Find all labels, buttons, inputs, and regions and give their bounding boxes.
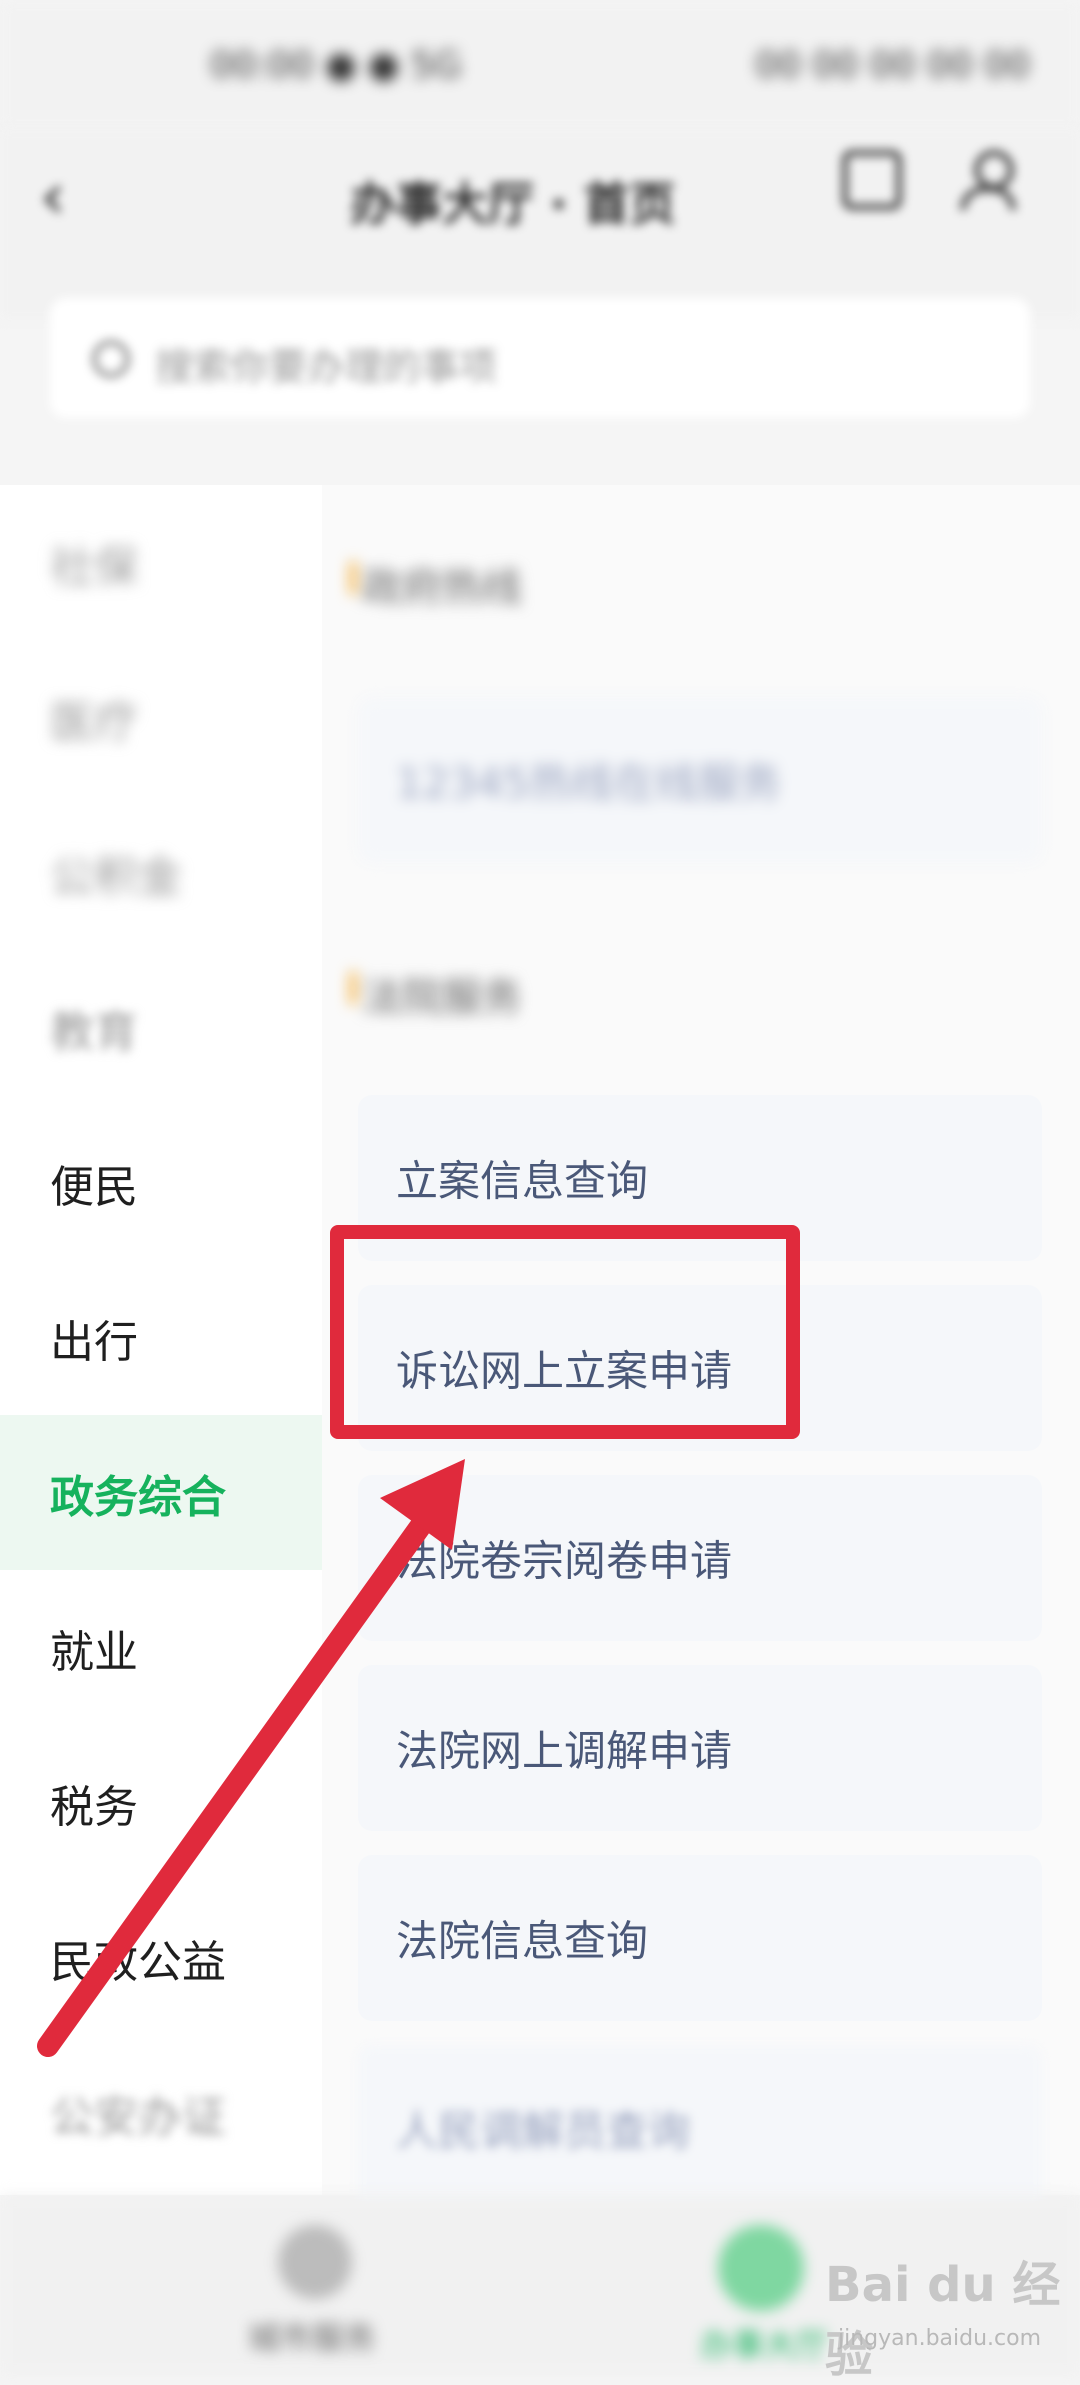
service-card-yuejuan[interactable]: 法院卷宗阅卷申请: [358, 1475, 1042, 1641]
search-input[interactable]: 搜索你要办理的事项: [50, 298, 1030, 418]
status-right-text: 00 00 00 00 00: [755, 45, 1030, 86]
city-service-icon[interactable]: [278, 2225, 352, 2299]
service-card-tiaojie[interactable]: 法院网上调解申请: [358, 1665, 1042, 1831]
status-left-text: 00:00 ● ● 5G: [210, 45, 462, 86]
section-title: 法院服务: [350, 965, 522, 1023]
sidebar-item-yiliao[interactable]: 医疗: [0, 640, 322, 795]
service-card-tiaojieyuan[interactable]: 人民调解员查询: [358, 2045, 1042, 2211]
nav-label-right[interactable]: 办事大厅: [700, 2320, 828, 2366]
sidebar-item-shuiwu[interactable]: 税务: [0, 1725, 322, 1880]
service-card[interactable]: 12345热线在线服务: [358, 697, 1042, 863]
top-header: ‹ 办事大厅 · 首页: [0, 130, 1080, 320]
sidebar-item-gongjijin[interactable]: 公积金: [0, 795, 322, 950]
sidebar-item-minzheng[interactable]: 民政公益: [0, 1880, 322, 2035]
sidebar-item-shebao[interactable]: 社保: [0, 485, 322, 640]
sidebar-item-gongan[interactable]: 公安办证: [0, 2035, 322, 2190]
page-title: 办事大厅 · 首页: [350, 177, 676, 231]
section-title: 政府热线: [350, 555, 522, 613]
nav-label-left[interactable]: 城市服务: [248, 2313, 376, 2359]
search-icon: [92, 340, 130, 378]
highlight-box: [330, 1225, 800, 1439]
chevron-left-icon[interactable]: ‹: [40, 160, 66, 234]
watermark-logo: Bai du 经验: [825, 2257, 1061, 2383]
grid-icon[interactable]: [842, 150, 902, 210]
sidebar-item-bianmin[interactable]: 便民: [0, 1105, 322, 1260]
status-bar: 00:00 ● ● 5G 00 00 00 00 00: [0, 0, 1080, 130]
search-placeholder: 搜索你要办理的事项: [155, 345, 498, 389]
sidebar-item-zhengwu[interactable]: 政务综合: [0, 1415, 322, 1570]
sidebar-item-chuxing[interactable]: 出行: [0, 1260, 322, 1415]
sidebar-item-jiuye[interactable]: 就业: [0, 1570, 322, 1725]
sidebar-item-jiaoyu[interactable]: 教育: [0, 950, 322, 1105]
hall-icon[interactable]: [718, 2225, 804, 2311]
person-icon[interactable]: [960, 150, 1020, 214]
service-card-fayuan-xinxi[interactable]: 法院信息查询: [358, 1855, 1042, 2021]
watermark-url: jingyan.baidu.com: [838, 2326, 1042, 2351]
category-sidebar: 社保 医疗 公积金 教育 便民 出行 政务综合 就业 税务 民政公益 公安办证: [0, 485, 322, 2195]
